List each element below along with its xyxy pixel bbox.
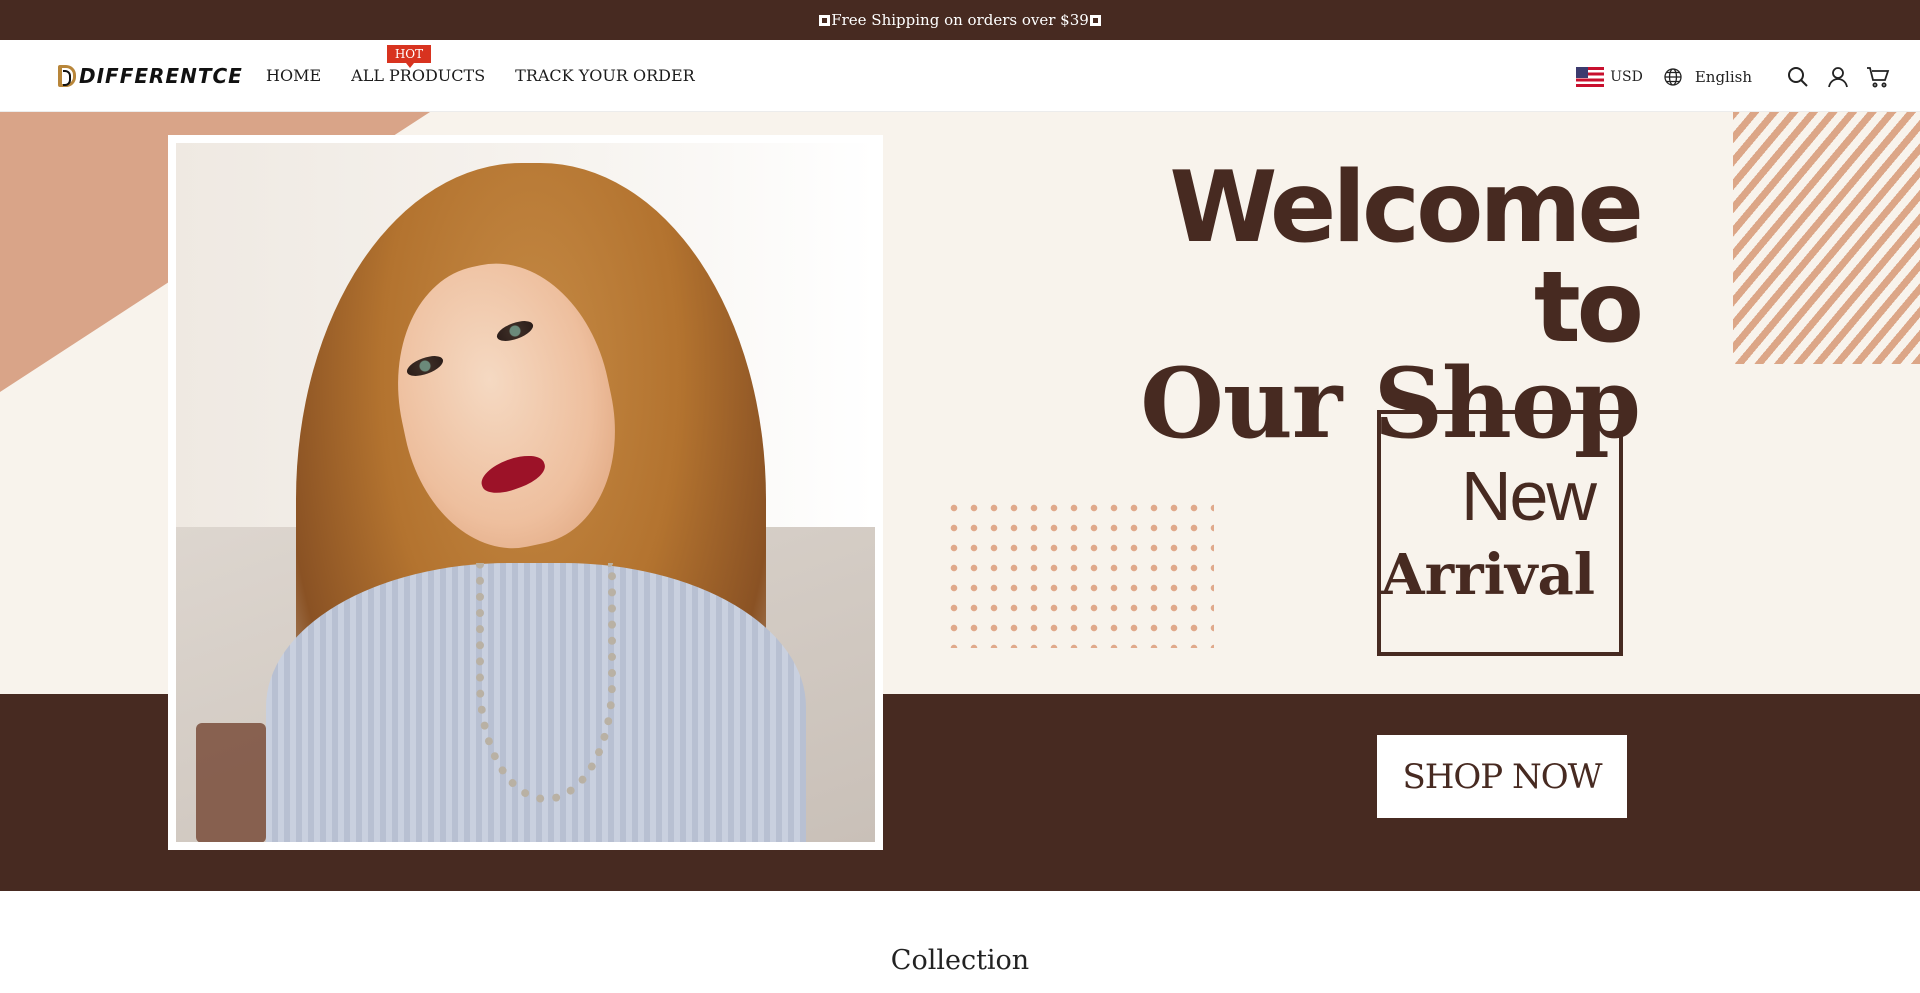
account-icon [1828,67,1848,88]
model-photo-frame [168,135,883,850]
decorative-stripes [1733,112,1920,364]
site-logo[interactable]: DIFFERENTCE [58,63,243,89]
hot-badge: HOT [387,45,431,68]
search-icon [1788,67,1808,87]
cart-button[interactable] [1866,65,1890,89]
model-photo [176,143,875,842]
header-tools: USD English [1576,62,1890,92]
announcement-bar: Free Shipping on orders over $39 [0,0,1920,40]
site-header: DIFFERENTCE HOME ALL PRODUCTS TRACK YOUR… [0,40,1920,112]
cart-icon [1867,67,1890,88]
currency-label: USD [1610,69,1643,85]
emoji-box-icon [819,14,831,26]
new-arrival-box: New Arrival [1377,410,1623,656]
globe-icon [1664,68,1682,86]
arrival-line1: New [1460,457,1597,535]
nav-all-products[interactable]: ALL PRODUCTS [351,66,485,85]
nav-track-order[interactable]: TRACK YOUR ORDER [515,66,695,85]
search-button[interactable] [1786,65,1810,89]
language-selector[interactable]: English [1663,67,1752,87]
main-nav: HOME ALL PRODUCTS TRACK YOUR ORDER [266,66,695,85]
emoji-box-icon [1089,14,1101,26]
logo-mark-icon [58,65,76,87]
nav-home[interactable]: HOME [266,66,321,85]
announcement-text: Free Shipping on orders over $39 [831,11,1089,29]
decorative-dot-grid [944,498,1214,648]
shop-now-button[interactable]: SHOP NOW [1377,735,1627,818]
us-flag-icon [1576,67,1605,87]
language-label: English [1694,68,1752,86]
hero-banner[interactable]: Welcome to Our Shop New Arrival SHOP NOW [0,112,1920,891]
arrival-line2: Arrival [1381,542,1595,608]
hero-headline-line1: Welcome to [1169,151,1644,365]
account-button[interactable] [1826,65,1850,89]
logo-text: DIFFERENTCE [79,64,243,88]
currency-selector[interactable]: USD [1576,67,1643,87]
collection-heading: Collection [890,945,1030,976]
